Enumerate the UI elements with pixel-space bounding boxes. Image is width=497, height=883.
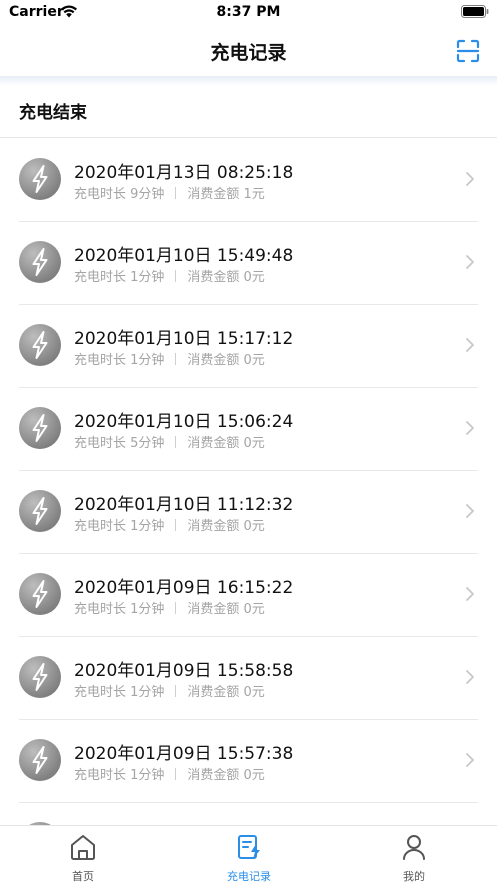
tab-home-label: 首页 (72, 870, 94, 883)
charging-bolt-icon (19, 324, 61, 366)
record-datetime: 2020年01月09日 15:58:58 (74, 661, 294, 681)
record-list[interactable]: 2020年01月13日 08:25:18 充电时长 9分钟 消费金额 1元 202… (0, 139, 497, 825)
record-item[interactable]: 2020年01月13日 08:25:18 充电时长 9分钟 消费金额 1元 (0, 139, 497, 222)
record-amount: 消费金额 0元 (187, 768, 265, 783)
record-meta: 充电时长 1分钟 消费金额 0元 (74, 515, 265, 534)
record-duration: 充电时长 5分钟 (74, 436, 165, 451)
chevron-right-icon (466, 587, 474, 601)
record-datetime: 2020年01月13日 08:25:18 (74, 163, 294, 183)
record-item[interactable]: 2020年01月10日 15:06:24 充电时长 5分钟 消费金额 0元 (0, 388, 497, 471)
profile-icon (403, 835, 425, 860)
charging-bolt-icon (19, 656, 61, 698)
meta-divider (175, 187, 177, 199)
charging-bolt-icon (19, 739, 61, 781)
record-duration: 充电时长 9分钟 (74, 187, 165, 202)
section-title: 充电结束 (19, 103, 87, 123)
record-amount: 消费金额 0元 (187, 685, 265, 700)
record-item[interactable]: 2020年01月09日 16:15:22 充电时长 1分钟 消费金额 0元 (0, 554, 497, 637)
charge-record-icon (238, 835, 260, 859)
charging-bolt-icon (19, 241, 61, 283)
record-duration: 充电时长 1分钟 (74, 270, 165, 285)
meta-divider (175, 353, 177, 365)
record-amount: 消费金额 0元 (187, 353, 265, 368)
nav-shadow (0, 76, 497, 86)
tab-profile-label: 我的 (403, 870, 425, 883)
tab-bar: 首页 充电记录 我的 (0, 825, 497, 883)
record-duration: 充电时长 1分钟 (74, 353, 165, 368)
record-meta: 充电时长 5分钟 消费金额 0元 (74, 432, 265, 451)
tab-charge-record[interactable]: 充电记录 (166, 826, 332, 883)
chevron-right-icon (466, 670, 474, 684)
tab-charge-record-label: 充电记录 (227, 870, 271, 883)
record-meta: 充电时长 1分钟 消费金额 0元 (74, 349, 265, 368)
record-item[interactable]: 2020年01月09日 15:58:58 充电时长 1分钟 消费金额 0元 (0, 637, 497, 720)
record-datetime: 2020年01月09日 16:15:22 (74, 578, 294, 598)
record-meta: 充电时长 1分钟 消费金额 0元 (74, 598, 265, 617)
meta-divider (175, 519, 177, 531)
chevron-right-icon (466, 338, 474, 352)
record-meta: 充电时长 9分钟 消费金额 1元 (74, 183, 265, 202)
record-amount: 消费金额 0元 (187, 270, 265, 285)
record-duration: 充电时长 1分钟 (74, 602, 165, 617)
charging-bolt-icon (19, 573, 61, 615)
meta-divider (175, 602, 177, 614)
chevron-right-icon (466, 172, 474, 186)
record-item[interactable]: 2020年01月10日 15:49:48 充电时长 1分钟 消费金额 0元 (0, 222, 497, 305)
navigation-bar: 充电记录 (0, 26, 497, 76)
chevron-right-icon (466, 504, 474, 518)
record-item[interactable]: 2020年01月10日 15:17:12 充电时长 1分钟 消费金额 0元 (0, 305, 497, 388)
record-datetime: 2020年01月10日 15:17:12 (74, 329, 294, 349)
record-amount: 消费金额 0元 (187, 602, 265, 617)
record-item[interactable]: 2020年01月09日 15:57:38 充电时长 1分钟 消费金额 0元 (0, 720, 497, 803)
status-bar: Carrier 8:37 PM (0, 0, 497, 26)
record-amount: 消费金额 0元 (187, 519, 265, 534)
charging-bolt-icon (19, 158, 61, 200)
record-meta: 充电时长 1分钟 消费金额 0元 (74, 681, 265, 700)
record-meta: 充电时长 1分钟 消费金额 0元 (74, 764, 265, 783)
meta-divider (175, 270, 177, 282)
meta-divider (175, 768, 177, 780)
tab-profile[interactable]: 我的 (331, 826, 497, 883)
chevron-right-icon (466, 753, 474, 767)
charging-bolt-icon (19, 407, 61, 449)
chevron-right-icon (466, 255, 474, 269)
record-amount: 消费金额 0元 (187, 436, 265, 451)
charging-bolt-icon (19, 490, 61, 532)
section-header: 充电结束 (0, 86, 497, 138)
home-icon (71, 835, 95, 860)
meta-divider (175, 436, 177, 448)
status-time: 8:37 PM (216, 4, 281, 20)
meta-divider (175, 685, 177, 697)
record-datetime: 2020年01月10日 15:49:48 (74, 246, 294, 266)
record-datetime: 2020年01月10日 15:06:24 (74, 412, 294, 432)
scan-icon[interactable] (455, 38, 481, 64)
record-amount: 消费金额 1元 (187, 187, 265, 202)
record-meta: 充电时长 1分钟 消费金额 0元 (74, 266, 265, 285)
record-duration: 充电时长 1分钟 (74, 685, 165, 700)
page-title: 充电记录 (210, 42, 287, 64)
record-item[interactable]: 2020年01月10日 11:12:32 充电时长 1分钟 消费金额 0元 (0, 471, 497, 554)
record-datetime: 2020年01月09日 15:57:38 (74, 744, 294, 764)
record-duration: 充电时长 1分钟 (74, 768, 165, 783)
record-datetime: 2020年01月10日 11:12:32 (74, 495, 294, 515)
record-duration: 充电时长 1分钟 (74, 519, 165, 534)
record-item[interactable]: 2020年01月09日 15:55:0 (0, 803, 497, 825)
tab-home[interactable]: 首页 (0, 826, 166, 883)
chevron-right-icon (466, 421, 474, 435)
battery-icon (461, 5, 489, 18)
